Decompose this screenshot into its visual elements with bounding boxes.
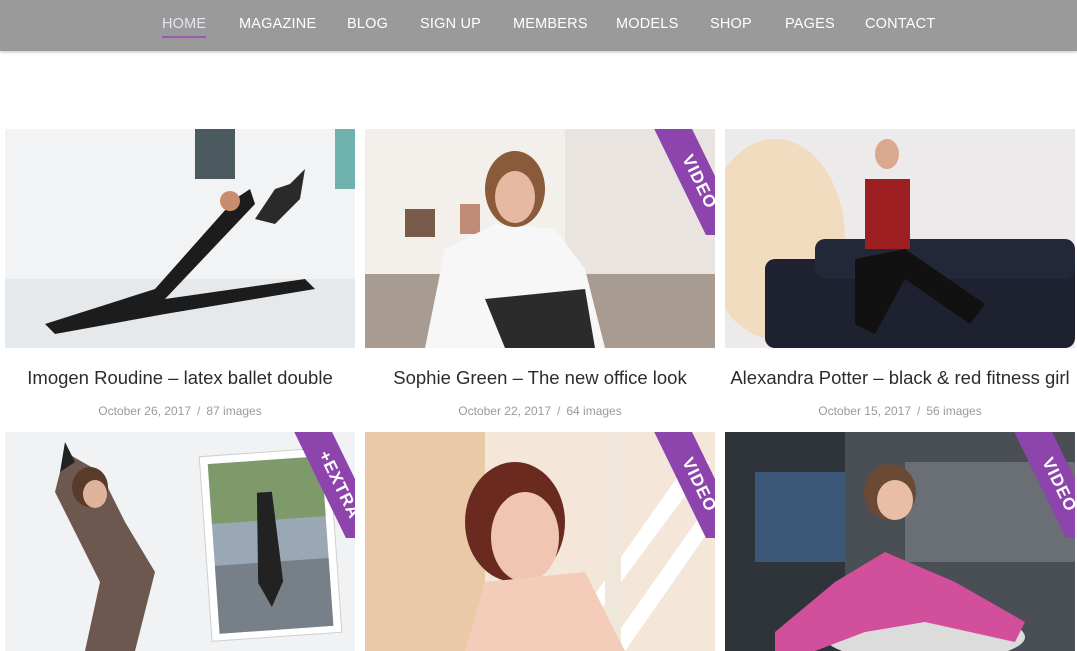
ribbon-label: +EXTRA [289, 432, 355, 538]
gallery-thumbnail[interactable]: VIDEO [365, 432, 715, 651]
gallery-card: Imogen Roudine – latex ballet double Oct… [5, 129, 355, 418]
nav-models[interactable]: MODELS [616, 16, 678, 40]
gallery-card: VIDEO [725, 432, 1075, 651]
gallery-count: 87 images [206, 404, 262, 418]
gallery-card: VIDEO Sophie Green – The new office look… [365, 129, 715, 418]
ribbon-label: VIDEO [1009, 432, 1075, 538]
nav-contact[interactable]: CONTACT [865, 16, 935, 40]
gallery-thumbnail[interactable]: VIDEO [725, 432, 1075, 651]
meta-separator: / [917, 404, 921, 418]
gallery-count: 64 images [566, 404, 622, 418]
video-ribbon: VIDEO [1009, 432, 1075, 538]
video-ribbon: VIDEO [649, 129, 715, 235]
nav-shop[interactable]: SHOP [710, 16, 752, 40]
nav-pages[interactable]: PAGES [785, 16, 835, 40]
gallery-card: Alexandra Potter – black & red fitness g… [725, 129, 1075, 418]
nav-sign-up[interactable]: SIGN UP [420, 16, 481, 40]
gallery-date: October 22, 2017 [458, 404, 551, 418]
video-ribbon: VIDEO [649, 432, 715, 538]
nav-home[interactable]: HOME [162, 16, 207, 40]
gallery-card: +EXTRA [5, 432, 355, 651]
nav-magazine[interactable]: MAGAZINE [239, 16, 316, 40]
gallery-meta: October 26, 2017 / 87 images [5, 404, 355, 418]
top-navbar: HOME MAGAZINE BLOG SIGN UP MEMBERS MODEL… [0, 0, 1077, 51]
gallery-thumbnail[interactable]: +EXTRA [5, 432, 355, 651]
nav-blog[interactable]: BLOG [347, 16, 388, 40]
photo-placeholder [5, 129, 355, 348]
gallery-title[interactable]: Sophie Green – The new office look [355, 367, 725, 389]
photo-placeholder [725, 129, 1075, 348]
gallery-meta: October 22, 2017 / 64 images [365, 404, 715, 418]
meta-separator: / [557, 404, 561, 418]
gallery-card: VIDEO [365, 432, 715, 651]
gallery-date: October 26, 2017 [98, 404, 191, 418]
gallery-title[interactable]: Imogen Roudine – latex ballet double [0, 367, 365, 389]
gallery-meta: October 15, 2017 / 56 images [725, 404, 1075, 418]
meta-separator: / [197, 404, 201, 418]
gallery-thumbnail[interactable] [725, 129, 1075, 348]
gallery-date: October 15, 2017 [818, 404, 911, 418]
gallery-thumbnail[interactable] [5, 129, 355, 348]
gallery-count: 56 images [926, 404, 982, 418]
extra-ribbon: +EXTRA [289, 432, 355, 538]
gallery-title[interactable]: Alexandra Potter – black & red fitness g… [715, 367, 1077, 389]
ribbon-label: VIDEO [649, 432, 715, 538]
nav-members[interactable]: MEMBERS [513, 16, 588, 40]
gallery-thumbnail[interactable]: VIDEO [365, 129, 715, 348]
ribbon-label: VIDEO [649, 129, 715, 235]
